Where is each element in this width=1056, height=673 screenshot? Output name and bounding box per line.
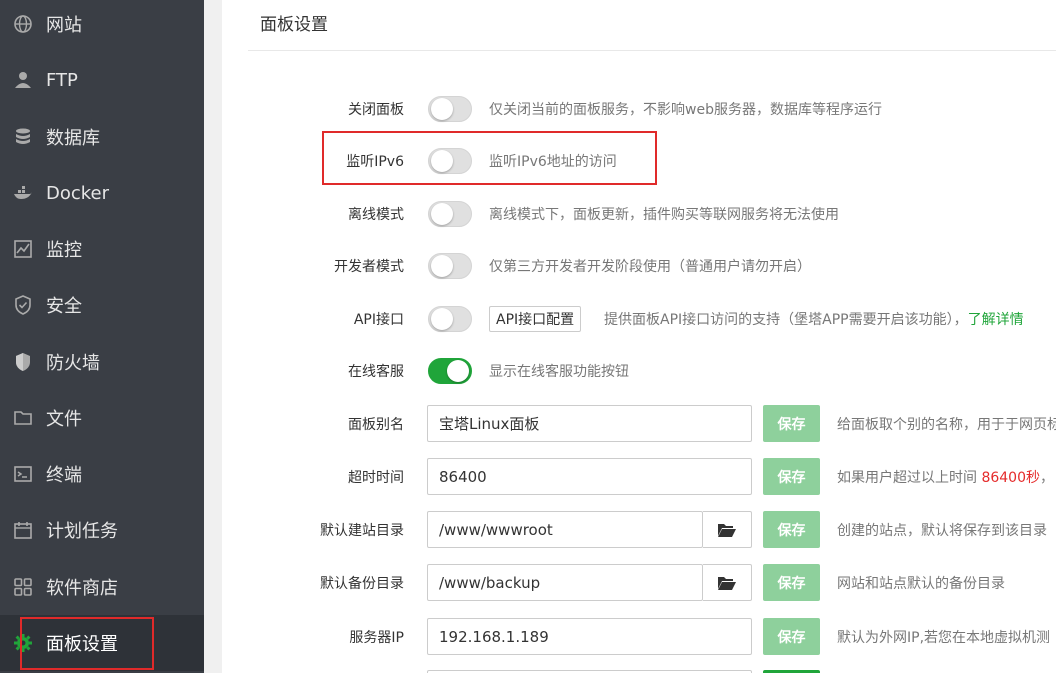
label-site-dir: 默认建站目录 [320,523,404,539]
toggle-close-panel[interactable] [428,96,472,122]
desc-offline-mode: 离线模式下，面板更新，插件购买等联网服务将无法使用 [489,207,839,223]
desc-api: 提供面板API接口访问的支持（堡塔APP需要开启该功能），了解详情 [604,309,1024,329]
save-panel-alias-button[interactable]: 保存 [763,405,820,442]
sidebar-item-security[interactable]: 安全 [0,277,204,333]
sidebar-item-ftp[interactable]: FTP [0,52,204,108]
shield-icon [13,295,33,315]
label-offline-mode: 离线模式 [348,207,404,223]
sidebar-item-firewall[interactable]: 防火墙 [0,334,204,390]
divider [248,50,1056,51]
label-close-panel: 关闭面板 [348,102,404,118]
save-site-dir-button[interactable]: 保存 [763,511,820,548]
label-panel-alias: 面板别名 [348,417,404,433]
site-dir-input[interactable]: /www/wwwroot [427,511,703,548]
sidebar-item-monitor[interactable]: 监控 [0,221,204,277]
desc-timeout-value: 86400秒 [981,470,1040,486]
desc-site-dir: 创建的站点，默认将保存到该目录 [837,523,1047,539]
desc-developer-mode: 仅第三方开发者开发阶段使用（普通用户请勿开启） [489,259,811,275]
desc-panel-alias: 给面板取个别的名称，用于于网页标 [837,417,1056,433]
globe-icon [13,14,33,34]
api-config-button[interactable]: API接口配置 [489,306,582,332]
sidebar-item-database[interactable]: 数据库 [0,109,204,165]
sidebar-item-cron[interactable]: 计划任务 [0,502,204,558]
sidebar-item-label: 数据库 [46,128,100,149]
desc-online-service: 显示在线客服功能按钮 [489,364,629,380]
server-ip-input[interactable]: 192.168.1.189 [427,618,752,655]
sidebar-item-docker[interactable]: Docker [0,165,204,221]
highlight-box [20,617,154,670]
sidebar-item-label: 软件商店 [46,578,118,599]
calendar-icon [13,520,33,540]
panel-alias-input[interactable]: 宝塔Linux面板 [427,405,752,442]
timeout-input[interactable]: 86400 [427,458,752,495]
backup-dir-input[interactable]: /www/backup [427,564,703,601]
desc-server-ip: 默认为外网IP,若您在本地虚拟机测 [837,630,1051,646]
label-server-ip: 服务器IP [349,630,404,646]
grid-icon [13,577,33,597]
desc-backup-dir: 网站和站点默认的备份目录 [837,576,1005,592]
monitor-chart-icon [13,239,33,259]
desc-close-panel: 仅关闭当前的面板服务，不影响web服务器，数据库等程序运行 [489,102,882,118]
sidebar-item-website[interactable]: 网站 [0,0,204,52]
database-icon [13,127,33,147]
save-timeout-button[interactable]: 保存 [763,458,820,495]
label-timeout: 超时时间 [348,470,404,486]
backup-dir-browse-button[interactable] [703,564,752,601]
ftp-user-icon [13,70,33,90]
folder-open-icon [718,523,736,537]
sidebar-item-label: 文件 [46,409,82,430]
sidebar-item-label: 终端 [46,465,82,486]
sidebar-item-store[interactable]: 软件商店 [0,559,204,615]
sidebar-item-label: 计划任务 [46,521,118,542]
save-backup-dir-button[interactable]: 保存 [763,564,820,601]
label-backup-dir: 默认备份目录 [320,576,404,592]
desc-timeout-pre: 如果用户超过以上时间 [837,470,982,486]
sidebar-item-label: 监控 [46,240,82,261]
desc-timeout-post: ， [1040,470,1054,486]
desc-timeout: 如果用户超过以上时间 86400秒， [837,467,1054,487]
sidebar: 网站 FTP 数据库 Docker 监控 安全 防火墙 文件 终端 计划任务 软… [0,0,204,673]
sidebar-item-terminal[interactable]: 终端 [0,446,204,502]
label-developer-mode: 开发者模式 [334,259,404,275]
folder-open-icon [718,576,736,590]
folder-icon [13,408,33,428]
main-panel: 面板设置 关闭面板 仅关闭当前的面板服务，不影响web服务器，数据库等程序运行 … [222,0,1056,673]
sidebar-item-label: FTP [46,69,78,91]
highlight-box [322,131,657,185]
page-title: 面板设置 [260,15,328,35]
docker-icon [13,183,33,203]
sidebar-item-files[interactable]: 文件 [0,390,204,446]
sidebar-item-label: 安全 [46,296,82,317]
learn-more-link[interactable]: 了解详情 [968,312,1024,328]
site-dir-browse-button[interactable] [703,511,752,548]
sidebar-item-label: 网站 [46,15,82,36]
label-api: API接口 [353,312,404,328]
toggle-developer-mode[interactable] [428,253,472,279]
firewall-shield-icon [13,352,33,372]
label-online-service: 在线客服 [348,364,404,380]
sidebar-item-label: 防火墙 [46,353,100,374]
toggle-api[interactable] [428,306,472,332]
desc-api-text: 提供面板API接口访问的支持（堡塔APP需要开启该功能）， [604,312,968,328]
sidebar-item-label: Docker [46,182,110,204]
save-server-ip-button[interactable]: 保存 [763,618,820,655]
toggle-online-service[interactable] [428,358,472,384]
toggle-offline-mode[interactable] [428,201,472,227]
terminal-icon [13,464,33,484]
